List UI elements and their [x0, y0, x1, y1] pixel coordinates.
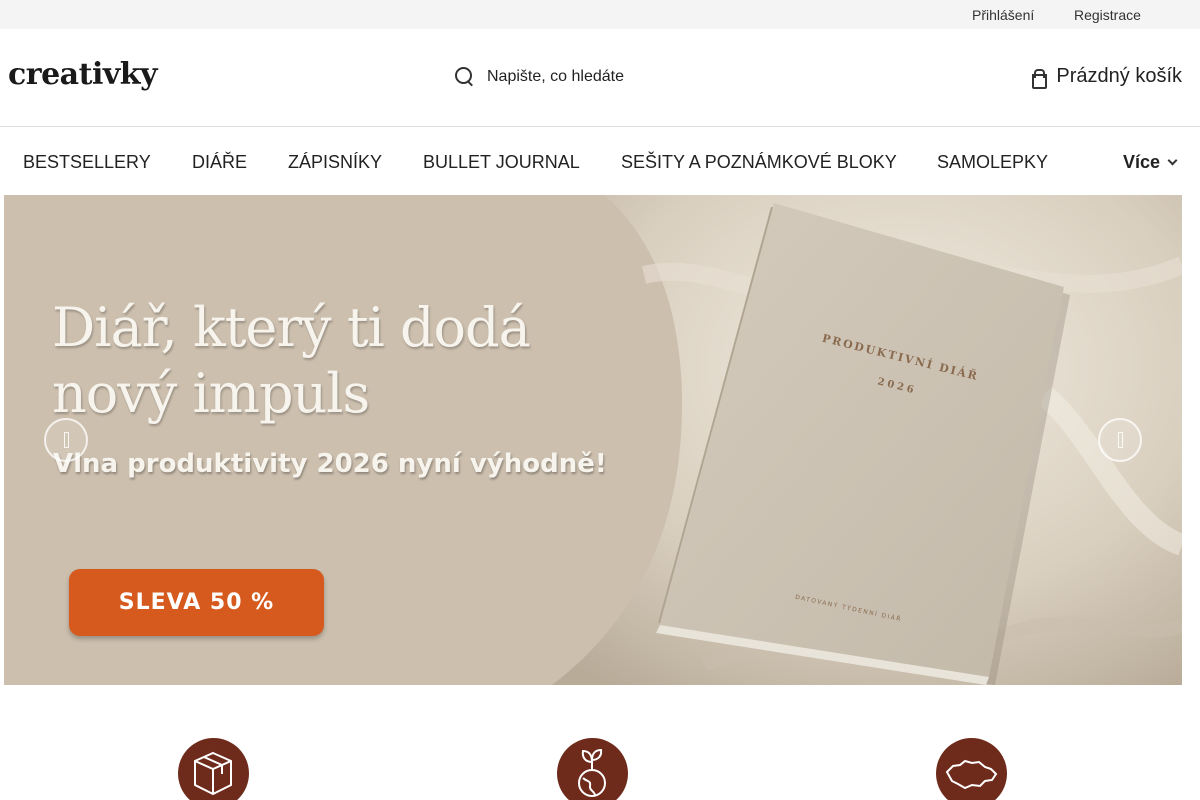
cart-icon — [1030, 68, 1048, 89]
czech-map-icon — [945, 759, 998, 790]
hero-subheadline: Vlna produktivity 2026 nyní výhodně! — [53, 449, 607, 479]
eco-planet-icon — [578, 748, 606, 797]
nav-item-bullet-journal[interactable]: BULLET JOURNAL — [423, 152, 580, 173]
nav-item-samolepky[interactable]: SAMOLEPKY — [937, 152, 1048, 173]
search-icon[interactable] — [454, 66, 476, 88]
cart-button[interactable]: Prázdný košík — [1030, 65, 1182, 89]
login-link[interactable]: Přihlášení — [972, 7, 1034, 23]
site-header: creativky Prázdný košík — [0, 29, 1200, 127]
benefit-eco — [557, 738, 628, 800]
carousel-next-button[interactable] — [1098, 418, 1142, 462]
carousel-prev-button[interactable] — [44, 418, 88, 462]
nav-item-diare[interactable]: DIÁŘE — [192, 152, 247, 173]
nav-item-sesity[interactable]: SEŠITY A POZNÁMKOVÉ BLOKY — [621, 152, 897, 173]
nav-more-button[interactable]: Více — [1123, 152, 1178, 173]
arrow-right-icon — [1118, 432, 1123, 448]
benefit-shipping — [178, 738, 249, 800]
top-utility-bar: Přihlášení Registrace — [0, 0, 1200, 29]
register-link[interactable]: Registrace — [1074, 7, 1141, 23]
package-icon — [194, 751, 232, 796]
cart-label: Prázdný košík — [1056, 65, 1182, 87]
main-navigation: BESTSELLERY DIÁŘE ZÁPISNÍKY BULLET JOURN… — [0, 127, 1200, 195]
logo[interactable]: creativky — [8, 57, 158, 92]
benefit-czech-made — [936, 738, 1007, 800]
chevron-down-icon — [1167, 155, 1178, 166]
nav-item-zapisniky[interactable]: ZÁPISNÍKY — [288, 152, 382, 173]
hero-banner[interactable]: PRODUKTIVNÍ DIÁŘ 2026 DATOVANÝ TÝDENNÍ D… — [4, 195, 1182, 685]
sale-cta-button[interactable]: SLEVA 50 % — [69, 569, 324, 636]
hero-headline: Diář, který ti dodá nový impuls — [52, 296, 531, 425]
search-input[interactable] — [487, 68, 727, 86]
nav-more-label: Více — [1123, 152, 1161, 172]
arrow-left-icon — [64, 432, 69, 448]
nav-item-bestsellery[interactable]: BESTSELLERY — [23, 152, 151, 173]
search-box[interactable] — [450, 59, 750, 95]
